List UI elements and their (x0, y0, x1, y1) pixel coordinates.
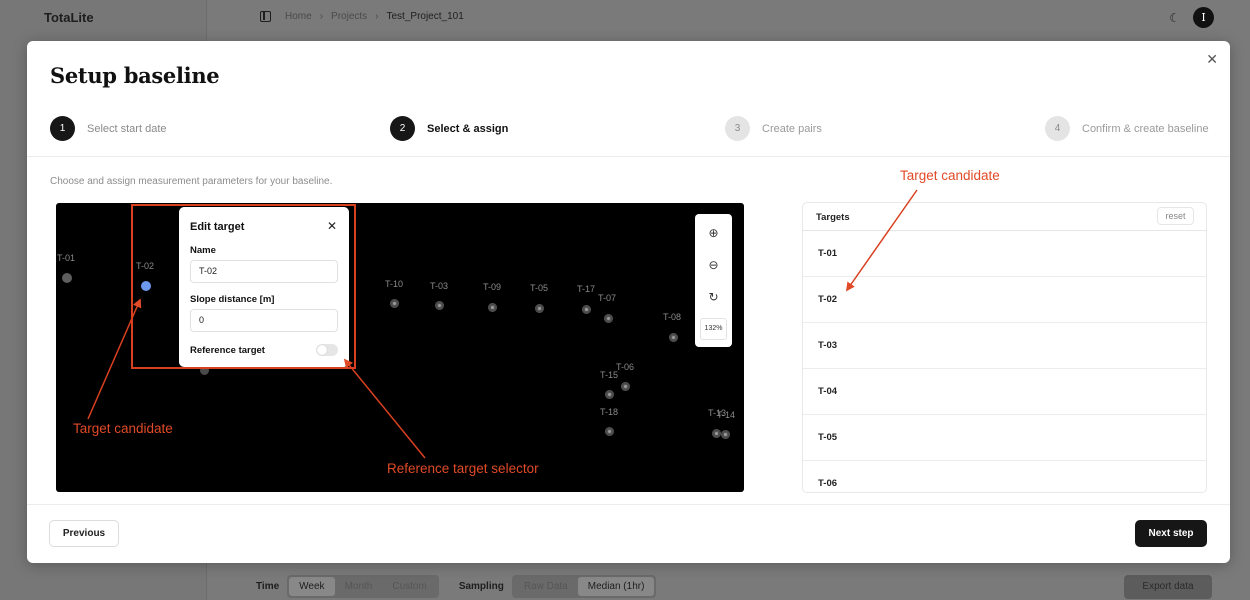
divider (27, 156, 1230, 157)
step-label: Confirm & create baseline (1082, 122, 1209, 135)
target-point-t08[interactable] (669, 333, 678, 342)
time-option-week[interactable]: Week (289, 576, 335, 596)
sidebar-toggle-icon[interactable] (260, 11, 271, 22)
sampling-option-median[interactable]: Median (1hr) (577, 576, 655, 596)
step-number: 3 (725, 116, 750, 141)
next-step-button[interactable]: Next step (1135, 520, 1207, 547)
sampling-label: Sampling (458, 580, 504, 592)
footer-divider (27, 504, 1230, 505)
zoom-controls: ⊕ ⊖ ↻ 132% (695, 214, 732, 347)
target-label: T-03 (430, 281, 449, 291)
target-label: T-17 (577, 284, 596, 294)
reset-button[interactable]: reset (1157, 207, 1194, 225)
step-label: Select & assign (427, 122, 509, 135)
targets-header: Targets reset (803, 203, 1206, 231)
breadcrumb-separator-icon: › (319, 11, 324, 22)
modal-title: Setup baseline (50, 63, 220, 88)
step-2[interactable]: 2 Select & assign (390, 116, 508, 141)
target-label: T-05 (530, 283, 549, 293)
target-point-t05[interactable] (535, 304, 544, 313)
target-label: T-06 (616, 362, 635, 372)
step-number: 2 (390, 116, 415, 141)
step-label: Select start date (87, 122, 167, 135)
step-number: 4 (1045, 116, 1070, 141)
time-label: Time (256, 580, 280, 592)
target-point-t14[interactable] (721, 430, 730, 439)
modal-subtitle: Choose and assign measurement parameters… (50, 176, 333, 187)
target-label: T-01 (57, 253, 76, 263)
target-point-t13[interactable] (712, 429, 721, 438)
targets-title: Targets (816, 212, 850, 223)
breadcrumb-projects[interactable]: Projects (331, 11, 367, 22)
list-item[interactable]: T-04 (803, 369, 1206, 415)
zoom-out-icon[interactable]: ⊖ (701, 254, 726, 276)
zoom-percent: 132% (700, 318, 727, 340)
list-item[interactable]: T-06 (803, 461, 1206, 492)
target-point-t07[interactable] (604, 314, 613, 323)
sampling-option-raw[interactable]: Raw Data (514, 577, 578, 596)
target-label: T-10 (385, 279, 404, 289)
bottom-toolbar: Time Week Month Custom Sampling Raw Data… (256, 574, 676, 598)
time-option-custom[interactable]: Custom (382, 577, 436, 596)
avatar[interactable]: I (1193, 7, 1214, 28)
targets-panel: Targets reset T-01 T-02 T-03 T-04 T-05 T… (802, 202, 1207, 493)
target-label: T-09 (483, 282, 502, 292)
breadcrumb-current: Test_Project_101 (386, 11, 464, 22)
moon-icon[interactable]: ☾ (1169, 11, 1180, 25)
target-label: T-15 (600, 370, 619, 380)
step-number: 1 (50, 116, 75, 141)
app-brand: TotaLite (44, 10, 94, 25)
target-point-t09[interactable] (488, 303, 497, 312)
breadcrumb-home[interactable]: Home (285, 11, 312, 22)
time-segmented-control: Week Month Custom (287, 574, 439, 598)
breadcrumb: Home › Projects › Test_Project_101 (285, 11, 464, 22)
app-topbar: Home › Projects › Test_Project_101 ☾ I (207, 0, 1250, 36)
time-option-month[interactable]: Month (335, 577, 383, 596)
target-point-t17[interactable] (582, 305, 591, 314)
breadcrumb-separator-icon: › (375, 11, 379, 22)
rotate-icon[interactable]: ↻ (701, 286, 726, 308)
step-4[interactable]: 4 Confirm & create baseline (1045, 116, 1209, 141)
target-point-t10[interactable] (390, 299, 399, 308)
target-point-t03[interactable] (435, 301, 444, 310)
target-label: T-07 (598, 293, 617, 303)
target-label: T-14 (717, 410, 736, 420)
previous-button[interactable]: Previous (49, 520, 119, 547)
target-point-t06[interactable] (621, 382, 630, 391)
step-label: Create pairs (762, 122, 822, 135)
target-label: T-18 (600, 407, 619, 417)
target-point-t01[interactable] (62, 273, 72, 283)
step-3[interactable]: 3 Create pairs (725, 116, 822, 141)
list-item[interactable]: T-05 (803, 415, 1206, 461)
annotation-target-candidate-right: Target candidate (900, 168, 1000, 183)
annotation-highlight-box (131, 204, 356, 369)
step-1[interactable]: 1 Select start date (50, 116, 167, 141)
target-label: T-08 (663, 312, 682, 322)
close-icon[interactable]: ✕ (1206, 51, 1218, 68)
target-point-t18[interactable] (605, 427, 614, 436)
annotation-reference-selector: Reference target selector (387, 461, 539, 476)
list-item[interactable]: T-03 (803, 323, 1206, 369)
list-item[interactable]: T-01 (803, 231, 1206, 277)
export-data-button[interactable]: Export data (1124, 575, 1212, 599)
zoom-in-icon[interactable]: ⊕ (701, 222, 726, 244)
list-item[interactable]: T-02 (803, 277, 1206, 323)
target-point-t15[interactable] (605, 390, 614, 399)
sampling-segmented-control: Raw Data Median (1hr) (511, 574, 657, 598)
annotation-target-candidate-left: Target candidate (73, 421, 173, 436)
